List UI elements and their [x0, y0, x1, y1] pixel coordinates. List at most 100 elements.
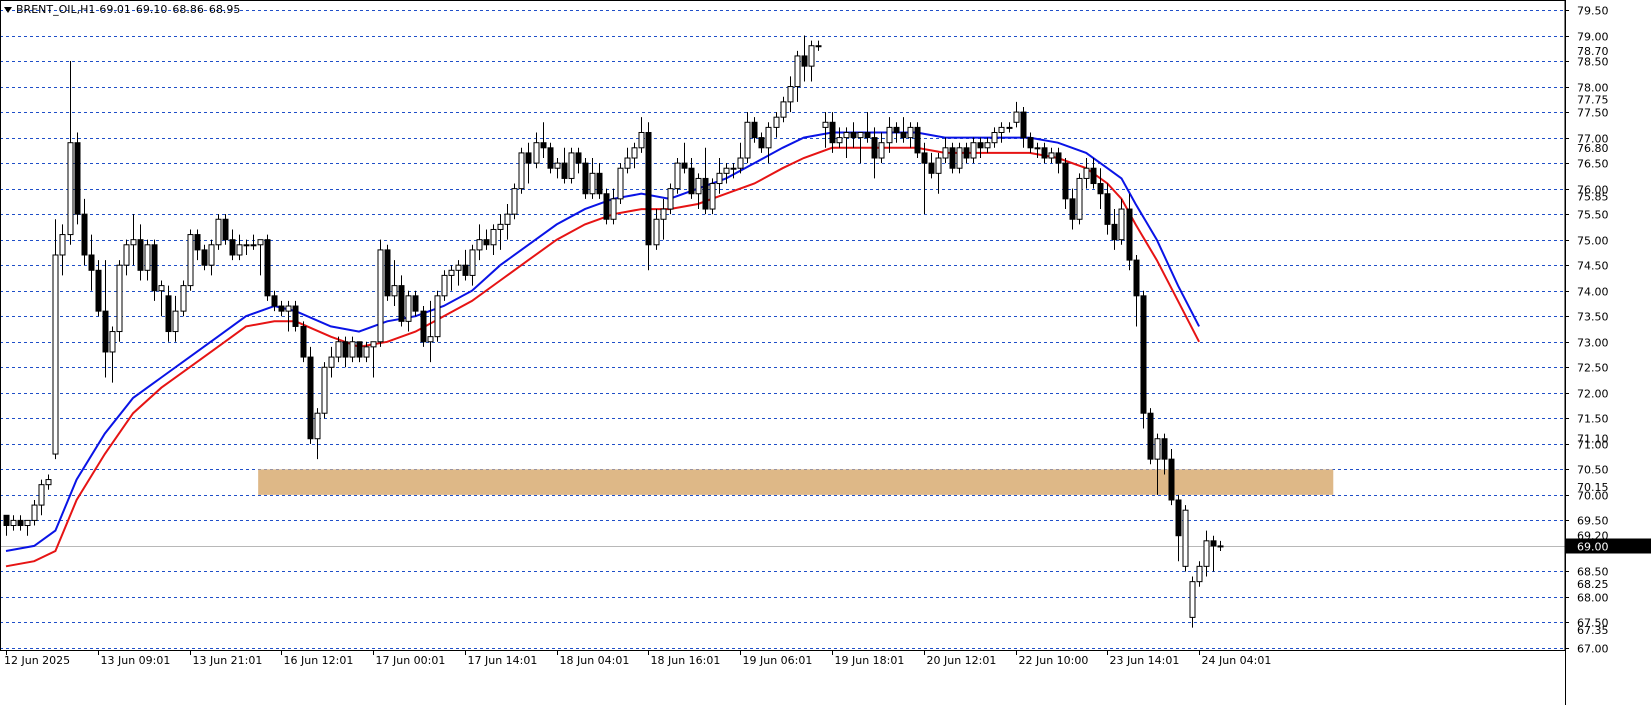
candle-body	[377, 249, 384, 343]
candle-body	[335, 341, 342, 358]
candle	[292, 300, 299, 332]
candle-body	[469, 249, 476, 276]
candle-body	[278, 305, 285, 312]
candle-body	[398, 285, 405, 322]
candle-body	[1013, 111, 1020, 123]
price-minor-label: 70.15	[1577, 481, 1609, 494]
time-tick-label: 13 Jun 09:01	[101, 654, 171, 667]
candle-body	[949, 147, 956, 169]
candle	[1097, 168, 1104, 210]
candle	[638, 117, 645, 153]
price-chart[interactable]: 79.5079.0078.5078.0077.5077.0076.5076.00…	[0, 0, 1651, 705]
candle-body	[504, 213, 511, 225]
candle	[963, 142, 970, 164]
candle-body	[575, 152, 582, 164]
candle	[441, 270, 448, 301]
candle-body	[17, 519, 24, 527]
candle	[1161, 433, 1168, 475]
candle-body	[660, 208, 667, 220]
candle	[1182, 505, 1189, 572]
candle	[808, 40, 815, 82]
candle-body	[349, 341, 356, 358]
candle-body	[1154, 438, 1161, 460]
candle-body	[1062, 162, 1069, 200]
candle	[328, 346, 335, 378]
candle	[1006, 122, 1013, 133]
candle-body	[45, 479, 52, 486]
candle	[102, 260, 109, 378]
candle-body	[321, 366, 328, 414]
candle-body	[984, 142, 991, 149]
candle-body	[328, 356, 335, 368]
candle	[1020, 106, 1027, 148]
time-tick-label: 17 Jun 14:01	[468, 654, 538, 667]
price-tick-label: 75.00	[1577, 235, 1609, 248]
candle	[525, 142, 532, 184]
plot-frame	[0, 0, 1566, 651]
time-tick-label: 18 Jun 04:01	[560, 654, 630, 667]
candle	[744, 112, 751, 164]
candle	[998, 122, 1005, 143]
candle	[158, 280, 165, 317]
candle	[257, 239, 264, 276]
candle-body	[893, 126, 900, 133]
candle	[1217, 540, 1224, 552]
candle-body	[180, 285, 187, 312]
candle-body	[264, 239, 271, 297]
price-tick-label: 68.50	[1577, 566, 1609, 579]
price-tick-label: 75.50	[1577, 209, 1609, 222]
candle-body	[222, 218, 229, 241]
candle	[229, 229, 236, 261]
candle	[448, 265, 455, 291]
candle	[243, 239, 250, 255]
candle-body	[716, 172, 723, 185]
candle	[970, 137, 977, 164]
candle	[462, 249, 469, 281]
candle	[624, 147, 631, 174]
candle-body	[1111, 223, 1118, 241]
candle-body	[165, 295, 172, 333]
candle-body	[243, 244, 250, 247]
candle-body	[342, 341, 349, 358]
price-minor-label: 76.80	[1577, 142, 1609, 155]
dropdown-triangle-icon[interactable]	[4, 6, 12, 13]
price-minor-label: 71.10	[1577, 433, 1609, 446]
candle	[1210, 535, 1217, 572]
candle	[949, 142, 956, 174]
candle-body	[942, 147, 949, 159]
candle	[1034, 142, 1041, 159]
candle-body	[547, 147, 554, 169]
candle-body	[1048, 152, 1055, 159]
candle	[1140, 290, 1147, 429]
candle	[984, 137, 991, 153]
candle	[533, 132, 540, 169]
price-tick-label: 79.00	[1577, 31, 1609, 44]
candle-body	[1210, 540, 1217, 547]
candle-body	[448, 269, 455, 276]
candle-body	[843, 131, 850, 139]
candle-body	[815, 45, 822, 48]
time-tick-label: 22 Jun 10:00	[1019, 654, 1089, 667]
current-price-label: 69.00	[1577, 541, 1609, 554]
candle-body	[271, 295, 278, 307]
candle-body	[356, 341, 363, 358]
candle	[561, 147, 568, 184]
candle-body	[554, 162, 561, 169]
price-tick-label: 73.50	[1577, 311, 1609, 324]
candle	[907, 122, 914, 148]
candle	[356, 341, 363, 363]
candle	[1104, 183, 1111, 235]
open-value: 69.01	[99, 3, 131, 16]
candle	[1147, 408, 1154, 465]
time-tick-label: 24 Jun 04:01	[1202, 654, 1272, 667]
candle	[1041, 142, 1048, 164]
candle	[109, 326, 116, 383]
candle-body	[1104, 193, 1111, 225]
candle	[314, 408, 321, 460]
price-tick-label: 74.00	[1577, 286, 1609, 299]
candle	[758, 132, 765, 153]
candle	[278, 300, 285, 317]
candle-body	[928, 162, 935, 174]
candle	[921, 142, 928, 215]
candle-body	[737, 157, 744, 169]
